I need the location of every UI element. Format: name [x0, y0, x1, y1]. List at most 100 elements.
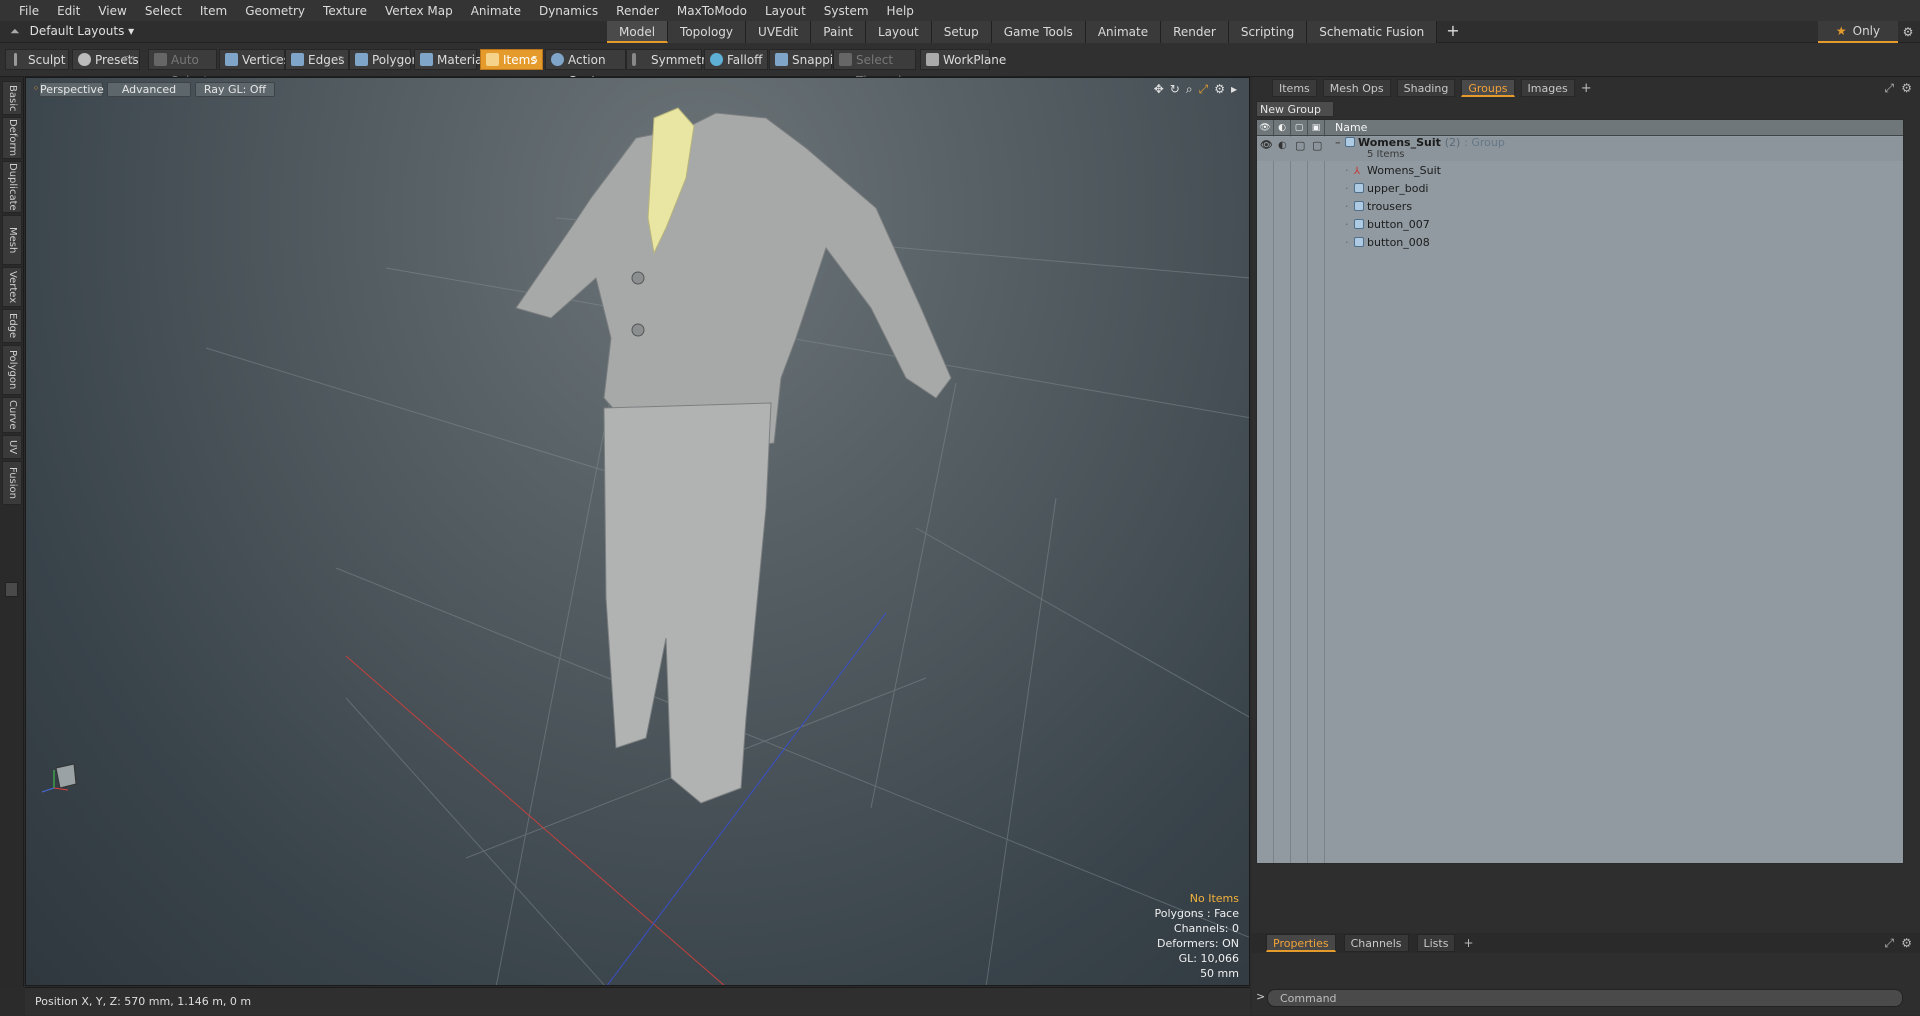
tab-items[interactable]: Items	[1272, 79, 1317, 97]
list-item[interactable]: · trousers	[1257, 198, 1903, 216]
tab-scripting[interactable]: Scripting	[1228, 21, 1308, 43]
render-toggle-icon[interactable]: ◐	[1278, 137, 1287, 155]
left-tab-curve[interactable]: Curve	[2, 397, 22, 433]
eye-icon[interactable]: 👁	[1260, 137, 1273, 155]
tab-properties[interactable]: Properties	[1266, 934, 1336, 952]
list-item[interactable]: · upper_bodi	[1257, 180, 1903, 198]
expand-panel-icon[interactable]: ⤢	[1884, 936, 1894, 951]
fit-view-icon[interactable]: ⤢	[1199, 82, 1209, 97]
presets-button[interactable]: Presets F6	[72, 49, 140, 70]
menu-edit[interactable]: Edit	[48, 4, 89, 18]
new-group-button[interactable]: New Group	[1256, 101, 1334, 117]
menu-layout[interactable]: Layout	[756, 4, 815, 18]
lock-column-icon[interactable]: ▢	[1291, 120, 1308, 135]
move-view-icon[interactable]: ✥	[1154, 82, 1164, 97]
select-through-button[interactable]: Select Through	[833, 49, 916, 88]
tab-shading[interactable]: Shading	[1396, 79, 1456, 97]
tab-uvedit[interactable]: UVEdit	[746, 21, 812, 43]
group-row[interactable]: 👁 ◐ ▢ ▢ – Womens_Suit (2) : Group 5 Item…	[1257, 134, 1903, 161]
tab-model[interactable]: Model	[607, 21, 669, 43]
lock-toggle-icon[interactable]: ▢	[1295, 137, 1305, 155]
menu-geometry[interactable]: Geometry	[236, 4, 314, 18]
select-column-icon[interactable]: ▣	[1308, 120, 1325, 135]
gear-icon[interactable]: ⚙	[1896, 21, 1920, 43]
name-column-header[interactable]: Name	[1325, 120, 1367, 135]
tab-channels[interactable]: Channels	[1343, 934, 1409, 952]
list-item[interactable]: · button_008	[1257, 234, 1903, 252]
tab-render[interactable]: Render	[1161, 21, 1229, 43]
menu-system[interactable]: System	[815, 4, 878, 18]
viewport-expand-icon[interactable]: ▸	[1231, 82, 1237, 97]
add-tab-icon[interactable]: +	[1437, 21, 1468, 43]
view-type-button[interactable]: Perspective	[39, 82, 104, 97]
3d-viewport[interactable]: ◦ Perspective Advanced Ray GL: Off ✥ ↻ ⌕…	[25, 77, 1250, 986]
visibility-column-icon[interactable]: 👁	[1257, 120, 1274, 135]
left-tab-basic[interactable]: Basic	[2, 81, 22, 115]
raygl-toggle[interactable]: Ray GL: Off	[195, 82, 275, 97]
menu-render[interactable]: Render	[607, 4, 668, 18]
layout-arrow-icon[interactable]: ⏶	[10, 24, 20, 38]
tab-mesh-ops[interactable]: Mesh Ops	[1322, 79, 1391, 97]
symmetry-button[interactable]: Symmetry	[626, 49, 713, 70]
tab-paint[interactable]: Paint	[811, 21, 866, 43]
add-tab-icon[interactable]: +	[1463, 936, 1473, 950]
panel-gear-icon[interactable]: ⚙	[1901, 81, 1912, 95]
left-tab-polygon[interactable]: Polygon	[2, 345, 22, 395]
tab-lists[interactable]: Lists	[1416, 934, 1456, 952]
materials-button[interactable]: Materials	[414, 49, 492, 70]
menu-vertex-map[interactable]: Vertex Map	[376, 4, 462, 18]
collapse-toggle[interactable]: –	[1335, 134, 1341, 152]
menu-dynamics[interactable]: Dynamics	[530, 4, 607, 18]
snapping-button[interactable]: Snapping	[769, 49, 848, 70]
menu-file[interactable]: File	[10, 4, 48, 18]
only-toggle[interactable]: ★ Only	[1818, 21, 1898, 43]
menu-select[interactable]: Select	[136, 4, 191, 18]
workplane-button[interactable]: WorkPlane	[920, 49, 1006, 70]
zoom-view-icon[interactable]: ⌕	[1186, 82, 1193, 97]
left-tab-mesh-edit[interactable]: Mesh Edit	[2, 215, 22, 265]
falloff-button[interactable]: Falloff	[704, 49, 768, 70]
left-tab-duplicate[interactable]: Duplicate	[2, 161, 22, 213]
rotate-view-icon[interactable]: ↻	[1170, 82, 1180, 97]
tab-topology[interactable]: Topology	[668, 21, 747, 43]
polygons-button[interactable]: Polygons	[349, 49, 425, 70]
tab-game-tools[interactable]: Game Tools	[991, 21, 1086, 43]
tab-layout[interactable]: Layout	[865, 21, 932, 43]
womens-suit-model[interactable]	[515, 107, 952, 804]
menu-texture[interactable]: Texture	[314, 4, 376, 18]
layout-selector[interactable]: ⏶ Default Layouts ▾	[10, 24, 134, 39]
items-button[interactable]: Items 5	[480, 49, 543, 70]
action-center-button[interactable]: Action Center	[545, 49, 626, 88]
vertices-icon	[225, 53, 238, 66]
render-column-icon[interactable]: ◐	[1274, 120, 1291, 135]
list-item[interactable]: · ⅄ Womens_Suit	[1257, 162, 1903, 180]
tab-groups[interactable]: Groups	[1461, 79, 1515, 97]
left-tab-uv[interactable]: UV	[2, 435, 22, 459]
left-tab-vertex[interactable]: Vertex	[2, 267, 22, 307]
left-tab-edge[interactable]: Edge	[2, 309, 22, 343]
menu-item[interactable]: Item	[191, 4, 236, 18]
viewport-gear-icon[interactable]: ⚙	[1214, 82, 1225, 97]
menu-animate[interactable]: Animate	[462, 4, 530, 18]
tab-images[interactable]: Images	[1520, 79, 1575, 97]
left-tab-deform[interactable]: Deform	[2, 117, 22, 159]
tab-schematic-fusion[interactable]: Schematic Fusion	[1307, 21, 1438, 43]
panel-gear-icon[interactable]: ⚙	[1901, 936, 1912, 950]
add-tab-icon[interactable]: +	[1581, 81, 1592, 96]
tab-setup[interactable]: Setup	[931, 21, 992, 43]
shading-mode-button[interactable]: Advanced	[107, 82, 191, 97]
tab-animate[interactable]: Animate	[1085, 21, 1162, 43]
edges-button[interactable]: Edges 2	[285, 49, 349, 70]
left-tab-fusion[interactable]: Fusion	[2, 461, 22, 505]
menu-view[interactable]: View	[89, 4, 135, 18]
sculpt-button[interactable]: Sculpt	[5, 49, 69, 70]
command-input[interactable]: Command	[1267, 989, 1903, 1007]
list-item[interactable]: · button_007	[1257, 216, 1903, 234]
palette-toggle-icon[interactable]	[5, 582, 18, 597]
vertices-button[interactable]: Vertices 1	[219, 49, 290, 70]
expand-panel-icon[interactable]: ⤢	[1884, 81, 1894, 96]
select-toggle-icon[interactable]: ▢	[1312, 137, 1322, 155]
menu-maxtomodo[interactable]: MaxToModo	[668, 4, 756, 18]
auto-select-button[interactable]: Auto Select	[148, 49, 217, 88]
menu-help[interactable]: Help	[878, 4, 923, 18]
